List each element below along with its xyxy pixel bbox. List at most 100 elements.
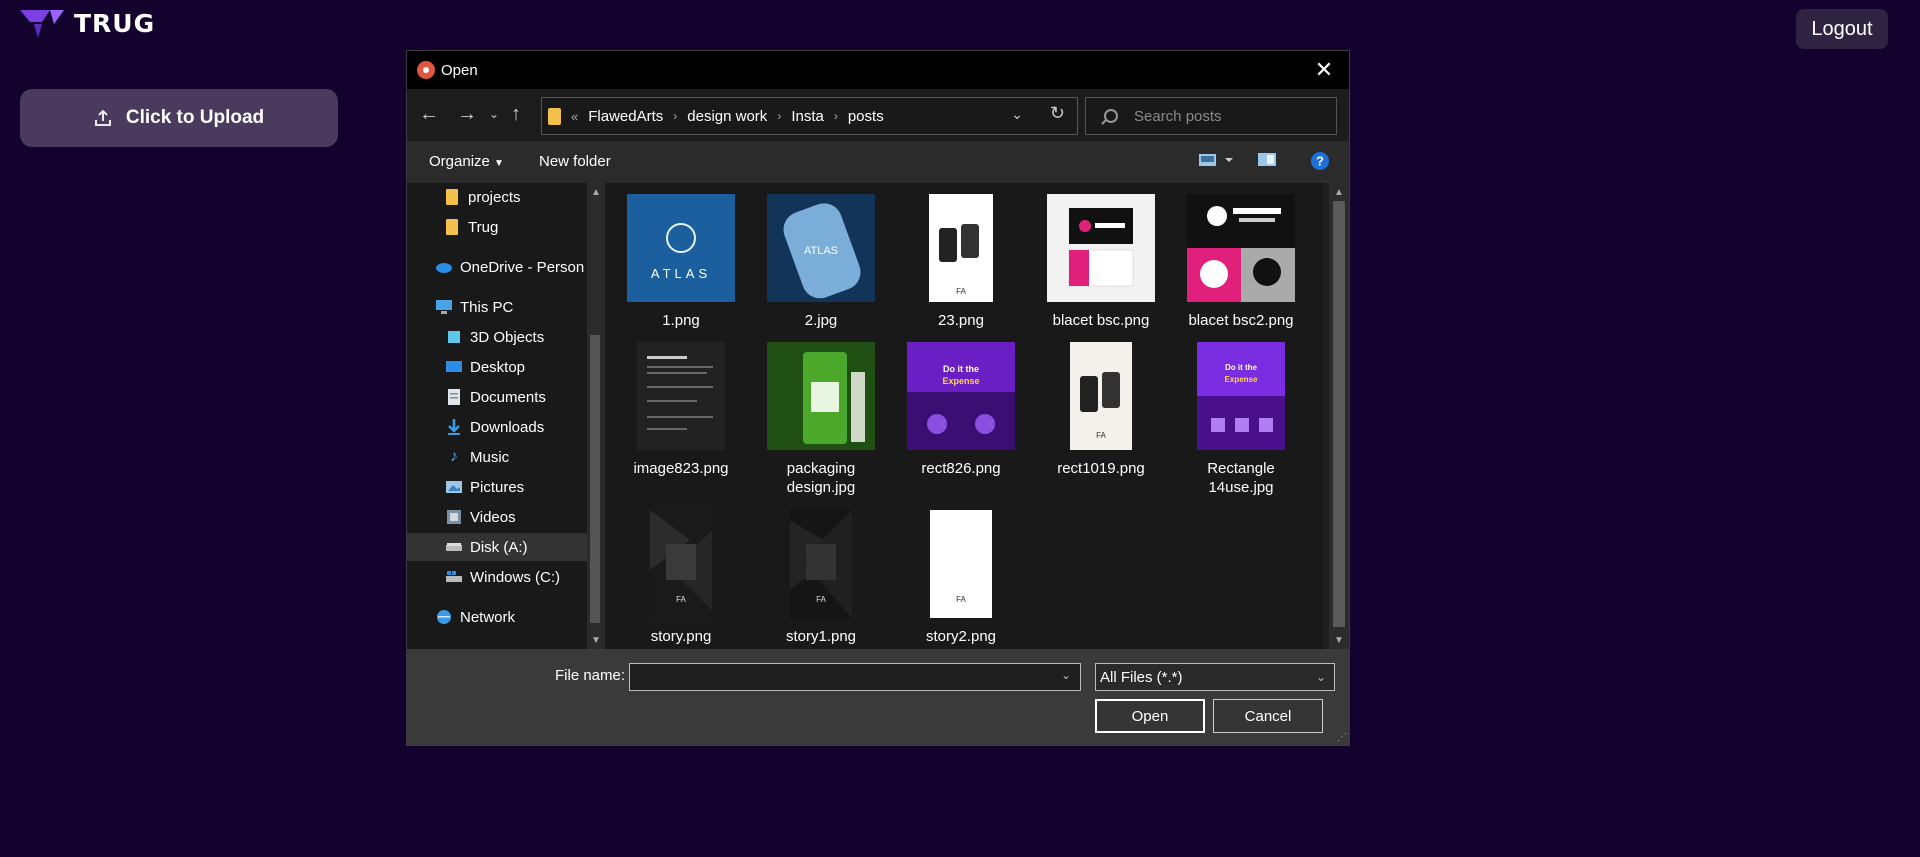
file-item[interactable]: Do it the Expense rect826.png: [896, 341, 1026, 478]
file-name: 1.png: [662, 312, 700, 329]
file-name: rect1019.png: [1057, 460, 1145, 477]
desktop-icon: [445, 359, 463, 375]
up-arrow-icon[interactable]: ↑: [511, 101, 521, 127]
logo-mark-icon: [20, 10, 64, 38]
file-thumbnail: FA: [766, 509, 876, 619]
svg-text:FA: FA: [956, 595, 966, 604]
search-icon: [1104, 109, 1118, 123]
file-thumbnail: ATLAS: [766, 193, 876, 303]
file-item[interactable]: FA story1.png: [756, 509, 886, 646]
chevron-right-icon[interactable]: ›: [777, 109, 781, 123]
open-button[interactable]: Open: [1095, 699, 1205, 733]
breadcrumb-item[interactable]: Insta: [791, 108, 824, 125]
file-item[interactable]: packaging design.jpg: [756, 341, 886, 497]
scroll-thumb[interactable]: [590, 335, 600, 623]
forward-arrow-icon[interactable]: →: [457, 101, 477, 127]
file-name: story.png: [650, 628, 712, 645]
upload-button[interactable]: Click to Upload: [20, 89, 338, 147]
resize-grip-icon[interactable]: ⋰: [1337, 732, 1347, 743]
file-item[interactable]: FA 23.png: [896, 193, 1026, 330]
nav-item-disk-a[interactable]: Disk (A:): [407, 533, 587, 561]
file-item[interactable]: FA story2.png: [896, 509, 1026, 646]
file-name: blacet bsc.png: [1052, 312, 1150, 329]
chevron-down-icon[interactable]: ⌄: [1061, 668, 1071, 682]
nav-item-projects[interactable]: projects: [443, 183, 587, 211]
file-scrollbar[interactable]: ▲ ▼: [1329, 183, 1349, 649]
scroll-down-icon[interactable]: ▼: [1334, 635, 1344, 646]
dialog-titlebar: Open ✕: [407, 51, 1349, 89]
view-options-icon[interactable]: [1197, 151, 1237, 173]
svg-text:?: ?: [1316, 154, 1324, 169]
scroll-up-icon[interactable]: ▲: [1334, 187, 1344, 198]
preview-pane-icon[interactable]: [1257, 151, 1277, 173]
file-item[interactable]: ATLAS 1.png: [616, 193, 746, 330]
chevron-right-icon[interactable]: ›: [673, 109, 677, 123]
file-thumbnail: FA: [906, 509, 1016, 619]
app-logo[interactable]: TRUG: [20, 8, 155, 38]
svg-text:FA: FA: [1096, 431, 1106, 440]
svg-text:FA: FA: [956, 287, 966, 296]
upload-icon: [94, 109, 111, 126]
address-bar[interactable]: « FlawedArts › design work › Insta › pos…: [541, 97, 1078, 135]
file-item[interactable]: FA rect1019.png: [1036, 341, 1166, 478]
breadcrumb-item[interactable]: FlawedArts: [588, 108, 663, 125]
nav-item-videos[interactable]: Videos: [445, 503, 587, 531]
file-item[interactable]: blacet bsc2.png: [1176, 193, 1306, 330]
more-locations-icon[interactable]: «: [571, 109, 578, 124]
chevron-down-icon[interactable]: ⌄: [1011, 106, 1023, 123]
file-thumbnail: Do it the Expense: [1186, 341, 1296, 451]
file-item[interactable]: image823.png: [616, 341, 746, 478]
drive-icon: [445, 539, 463, 555]
recent-locations-icon[interactable]: ⌄: [489, 101, 499, 127]
cube-icon: [445, 329, 463, 345]
file-item[interactable]: FA story.png: [616, 509, 746, 646]
file-item[interactable]: ATLAS 2.jpg: [756, 193, 886, 330]
refresh-icon[interactable]: ↻: [1050, 103, 1065, 124]
nav-scrollbar[interactable]: ▲ ▼: [587, 183, 605, 649]
file-name: story1.png: [785, 628, 857, 645]
file-type-select[interactable]: All Files (*.*) ⌄: [1095, 663, 1335, 691]
help-icon[interactable]: ?: [1310, 151, 1330, 175]
file-name: Rectangle 14use.jpg: [1207, 460, 1275, 496]
cloud-icon: [435, 259, 453, 275]
filename-label: File name:: [555, 667, 626, 684]
file-name: 2.jpg: [804, 312, 838, 329]
scroll-thumb[interactable]: [1333, 201, 1345, 627]
file-name: blacet bsc2.png: [1188, 312, 1294, 329]
scroll-down-icon[interactable]: ▼: [591, 635, 601, 646]
nav-item-downloads[interactable]: Downloads: [445, 413, 587, 441]
nav-item-pictures[interactable]: Pictures: [445, 473, 587, 501]
file-thumbnail: Do it the Expense: [906, 341, 1016, 451]
nav-item-onedrive[interactable]: OneDrive - Person: [435, 253, 587, 281]
dialog-title: Open: [441, 61, 478, 79]
file-name: rect826.png: [921, 460, 1001, 477]
logout-button[interactable]: Logout: [1796, 9, 1888, 49]
search-box[interactable]: [1085, 97, 1337, 135]
chevron-right-icon[interactable]: ›: [834, 109, 838, 123]
cancel-button[interactable]: Cancel: [1213, 699, 1323, 733]
nav-item-music[interactable]: ♪ Music: [445, 443, 587, 471]
new-folder-button[interactable]: New folder: [539, 153, 611, 170]
breadcrumb-item[interactable]: posts: [848, 108, 884, 125]
nav-item-documents[interactable]: Documents: [445, 383, 587, 411]
search-input[interactable]: [1134, 107, 1324, 125]
nav-item-trug[interactable]: Trug: [443, 213, 587, 241]
nav-item-desktop[interactable]: Desktop: [445, 353, 587, 381]
file-item[interactable]: blacet bsc.png: [1036, 193, 1166, 330]
organize-button[interactable]: Organize ▼: [429, 153, 504, 170]
scroll-up-icon[interactable]: ▲: [591, 187, 601, 198]
breadcrumb-item[interactable]: design work: [687, 108, 767, 125]
nav-item-windows-c[interactable]: Windows (C:): [445, 563, 587, 591]
brand-name: TRUG: [74, 8, 156, 38]
chevron-down-icon: ⌄: [1315, 670, 1326, 684]
nav-item-this-pc[interactable]: This PC: [435, 293, 587, 321]
file-name: image823.png: [633, 460, 729, 477]
close-icon[interactable]: ✕: [1311, 57, 1337, 83]
nav-item-network[interactable]: Network: [435, 603, 587, 631]
network-icon: [435, 609, 453, 625]
download-icon: [445, 419, 463, 435]
filename-input[interactable]: [629, 663, 1081, 691]
back-arrow-icon[interactable]: ←: [419, 101, 439, 127]
file-item[interactable]: Do it the Expense Rectangle 14use.jpg: [1176, 341, 1306, 497]
nav-item-3d-objects[interactable]: 3D Objects: [445, 323, 587, 351]
